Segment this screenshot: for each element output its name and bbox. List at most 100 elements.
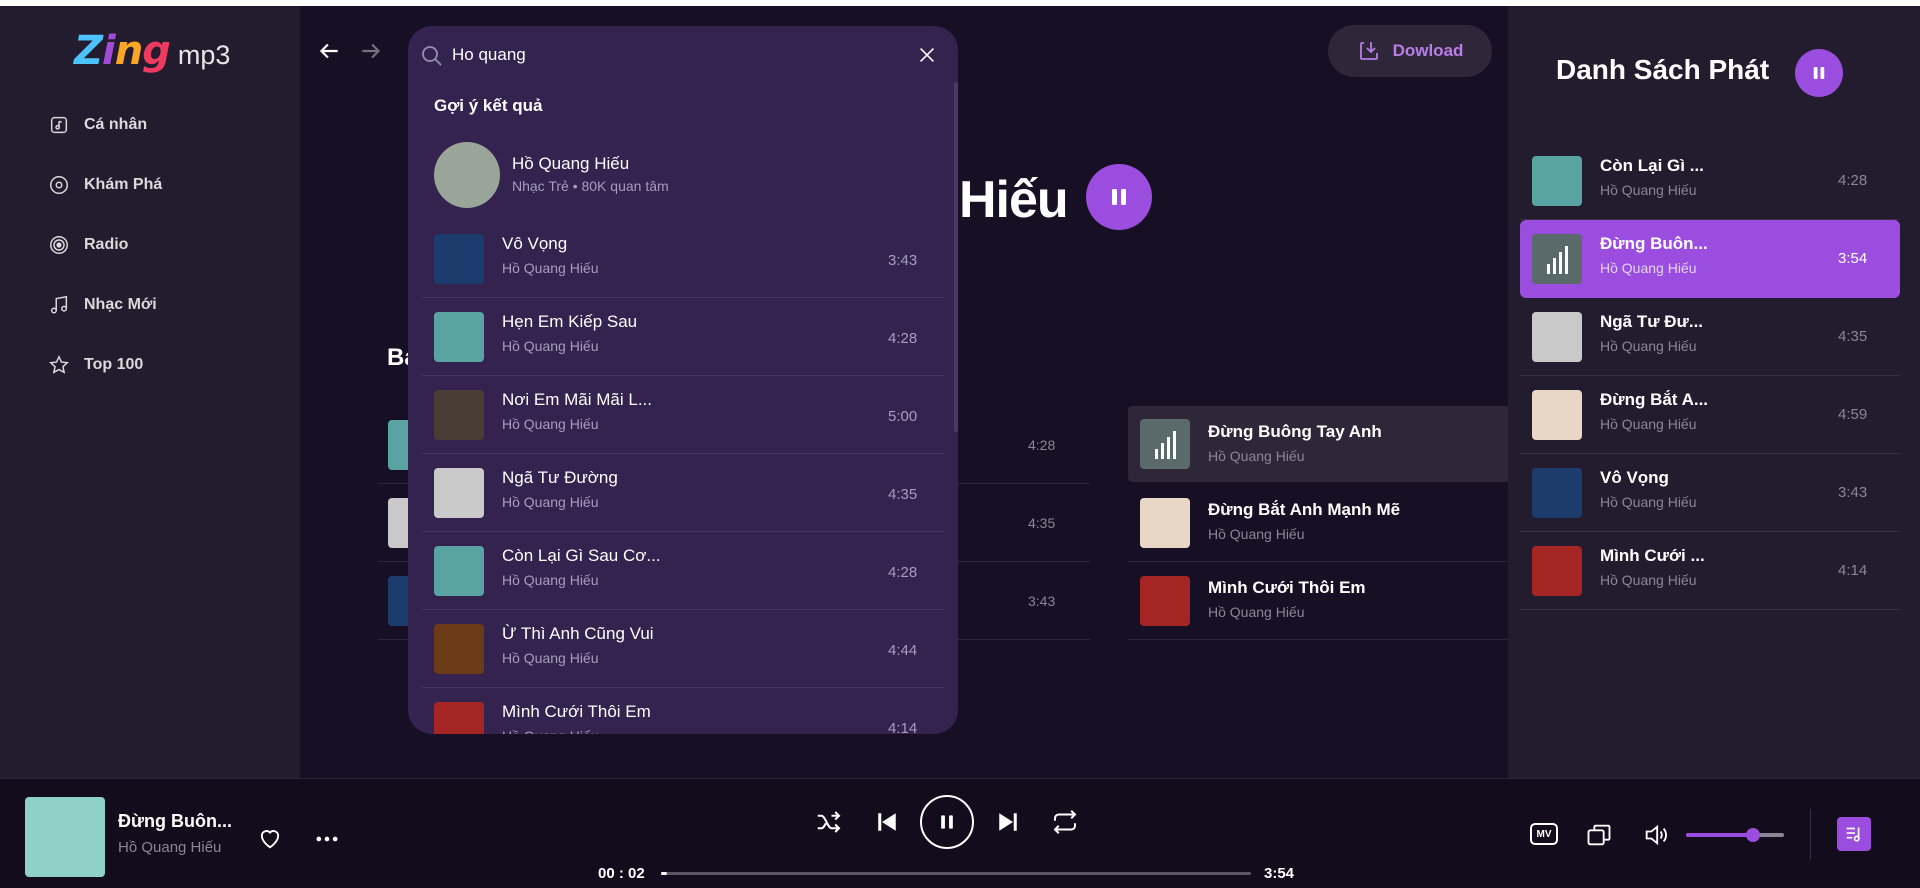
pause-icon bbox=[941, 815, 953, 829]
total-time: 3:54 bbox=[1264, 865, 1295, 882]
artist-suggestion[interactable]: Hồ Quang Hiếu Nhạc Trẻ • 80K quan tâm bbox=[434, 142, 934, 208]
artist-meta: Nhạc Trẻ • 80K quan tâm bbox=[512, 178, 669, 194]
playlist-item[interactable]: Vô Vọng Hồ Quang Hiếu 3:43 bbox=[1520, 454, 1900, 532]
song-artist: Hồ Quang Hiếu bbox=[502, 572, 599, 588]
sidebar-item-nhac-moi[interactable]: Nhạc Mới bbox=[48, 294, 157, 316]
download-button[interactable]: Dowload bbox=[1328, 25, 1492, 77]
artist-play-button[interactable] bbox=[1086, 164, 1152, 230]
song-duration: 3:43 bbox=[1028, 593, 1056, 609]
song-artist: Hồ Quang Hiếu bbox=[502, 416, 599, 432]
sidebar-item-top-100[interactable]: Top 100 bbox=[48, 354, 143, 376]
playlist-item[interactable]: Mình Cưới ... Hồ Quang Hiếu 4:14 bbox=[1520, 532, 1900, 610]
song-artist: Hồ Quang Hiếu bbox=[1600, 260, 1697, 276]
search-input[interactable] bbox=[452, 40, 892, 70]
download-label: Dowload bbox=[1392, 41, 1464, 60]
suggest-title: Gợi ý kết quả bbox=[434, 96, 543, 115]
song-thumbnail bbox=[1140, 576, 1190, 626]
avatar bbox=[434, 142, 500, 208]
artist-title: Hiếu bbox=[959, 171, 1069, 229]
playlist-title: Danh Sách Phát bbox=[1556, 54, 1770, 85]
download-icon bbox=[1359, 42, 1378, 60]
song-thumbnail bbox=[1532, 156, 1582, 206]
disc-icon bbox=[50, 176, 68, 194]
mini-player-icon[interactable] bbox=[1585, 821, 1613, 849]
song-title: Ngã Tư Đư... bbox=[1600, 312, 1704, 331]
sidebar-item-kham-pha[interactable]: Khám Phá bbox=[48, 174, 162, 196]
artist-name: Hồ Quang Hiếu bbox=[512, 154, 630, 173]
close-icon[interactable] bbox=[916, 44, 938, 66]
more-icon[interactable] bbox=[313, 825, 341, 853]
pause-icon bbox=[1112, 189, 1126, 205]
song-duration: 4:35 bbox=[888, 486, 918, 503]
song-artist: Hồ Quang Hiếu bbox=[502, 494, 599, 510]
playlist-item-active[interactable]: Đừng Buôn... Hồ Quang Hiếu 3:54 bbox=[1520, 220, 1900, 298]
song-title: Đừng Buông Tay Anh bbox=[1208, 422, 1382, 441]
song-title: Ừ Thì Anh Cũng Vui bbox=[502, 624, 654, 643]
playlist-icon bbox=[1846, 827, 1860, 842]
list-item[interactable]: Đừng Bắt Anh Mạnh Mẽ Hồ Quang Hiếu bbox=[1128, 484, 1508, 562]
search-result-row[interactable]: Vô Vọng Hồ Quang Hiếu 3:43 bbox=[422, 220, 944, 298]
song-thumbnail bbox=[1140, 498, 1190, 548]
search-result-row[interactable]: Còn Lại Gì Sau Cơ... Hồ Quang Hiếu 4:28 bbox=[422, 532, 944, 610]
radio-icon bbox=[50, 236, 68, 254]
search-icon bbox=[420, 44, 444, 68]
playing-bars-icon bbox=[1154, 431, 1176, 459]
pause-icon bbox=[1813, 67, 1825, 79]
play-pause-button[interactable] bbox=[920, 795, 974, 849]
sidebar-item-label: Cá nhân bbox=[84, 116, 148, 133]
volume-slider[interactable] bbox=[1686, 828, 1784, 842]
now-playing-title[interactable]: Đừng Buôn... bbox=[118, 811, 232, 832]
volume-knob[interactable] bbox=[1745, 828, 1760, 842]
list-item[interactable]: Mình Cưới Thôi Em Hồ Quang Hiếu bbox=[1128, 562, 1508, 640]
playlist-toggle-button[interactable] bbox=[1837, 817, 1871, 851]
zing-logo[interactable]: Zing mp3 bbox=[74, 28, 230, 74]
song-artist: Hồ Quang Hiếu bbox=[1208, 448, 1305, 464]
progress-bar[interactable] bbox=[661, 872, 1251, 875]
sidebar-item-ca-nhan[interactable]: Cá nhân bbox=[48, 114, 147, 136]
divider bbox=[1810, 809, 1811, 859]
song-duration: 4:14 bbox=[888, 720, 918, 734]
song-artist: Hồ Quang Hiếu bbox=[1600, 416, 1697, 432]
mv-button[interactable]: MV bbox=[1530, 823, 1558, 845]
shuffle-icon[interactable] bbox=[814, 807, 844, 837]
volume-icon[interactable] bbox=[1642, 821, 1670, 849]
song-thumbnail bbox=[1532, 468, 1582, 518]
playlist-item[interactable]: Đừng Bắt A... Hồ Quang Hiếu 4:59 bbox=[1520, 376, 1900, 454]
song-thumbnail bbox=[1532, 234, 1582, 284]
song-title: Còn Lại Gì ... bbox=[1600, 156, 1704, 175]
library-music-icon bbox=[50, 116, 68, 134]
song-thumbnail bbox=[434, 546, 484, 596]
song-thumbnail bbox=[434, 468, 484, 518]
search-result-row[interactable]: Nơi Em Mãi Mãi L... Hồ Quang Hiếu 5:00 bbox=[422, 376, 944, 454]
scrollbar[interactable] bbox=[954, 82, 958, 432]
playlist-item[interactable]: Còn Lại Gì ... Hồ Quang Hiếu 4:28 bbox=[1520, 142, 1900, 220]
app-window: Zing mp3 Cá nhân Khám Phá Radio Nhạc Mới… bbox=[0, 6, 1920, 888]
song-thumbnail bbox=[1532, 312, 1582, 362]
repeat-icon[interactable] bbox=[1050, 807, 1080, 837]
previous-icon[interactable] bbox=[872, 807, 902, 837]
song-duration: 3:43 bbox=[888, 252, 918, 269]
now-playing-artist[interactable]: Hồ Quang Hiếu bbox=[118, 839, 221, 856]
search-result-row[interactable]: Ngã Tư Đường Hồ Quang Hiếu 4:35 bbox=[422, 454, 944, 532]
song-artist: Hồ Quang Hiếu bbox=[1600, 494, 1697, 510]
playlist-pause-button[interactable] bbox=[1795, 49, 1843, 97]
search-result-row[interactable]: Ừ Thì Anh Cũng Vui Hồ Quang Hiếu 4:44 bbox=[422, 610, 944, 688]
song-title: Vô Vọng bbox=[502, 234, 568, 253]
song-duration: 3:54 bbox=[1838, 250, 1868, 267]
song-artist: Hồ Quang Hiếu bbox=[1208, 526, 1305, 542]
next-icon[interactable] bbox=[993, 807, 1023, 837]
logo-sub: mp3 bbox=[177, 40, 231, 70]
list-item-active[interactable]: Đừng Buông Tay Anh Hồ Quang Hiếu bbox=[1128, 406, 1508, 482]
forward-arrow-icon[interactable] bbox=[358, 38, 384, 64]
song-duration: 5:00 bbox=[888, 408, 918, 425]
song-title: Mình Cưới ... bbox=[1600, 546, 1705, 565]
heart-icon[interactable] bbox=[256, 824, 284, 852]
playlist-item[interactable]: Ngã Tư Đư... Hồ Quang Hiếu 4:35 bbox=[1520, 298, 1900, 376]
song-title: Ngã Tư Đường bbox=[502, 468, 618, 487]
back-arrow-icon[interactable] bbox=[316, 38, 342, 64]
song-artist: Hồ Quang Hiếu bbox=[502, 728, 599, 734]
search-result-row[interactable]: Hẹn Em Kiếp Sau Hồ Quang Hiếu 4:28 bbox=[422, 298, 944, 376]
search-result-row[interactable]: Mình Cưới Thôi Em Hồ Quang Hiếu 4:14 bbox=[422, 688, 944, 734]
sidebar-item-radio[interactable]: Radio bbox=[48, 234, 128, 256]
song-title: Vô Vọng bbox=[1600, 468, 1669, 487]
